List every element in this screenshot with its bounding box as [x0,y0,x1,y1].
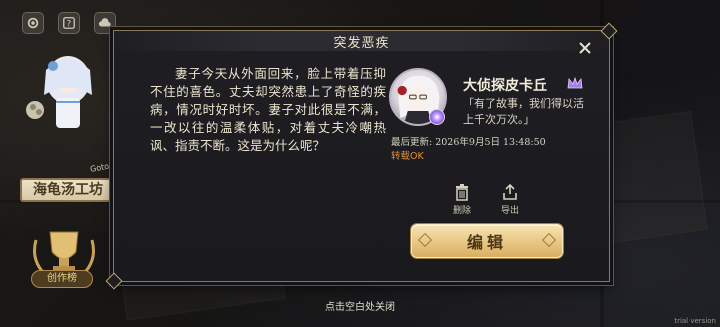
help-icon[interactable]: ? [58,12,80,34]
ornament-right [541,232,557,248]
author-name: 大侦探皮卡丘 [463,78,547,94]
character-illustration [26,56,92,128]
settings-icon[interactable] [22,12,44,34]
crown-icon [567,76,583,89]
author-quote: 「有了故事，我们得以活上千次万次。」 [463,97,584,126]
avatar-badge-icon [429,109,445,125]
edit-label: 编辑 [466,233,507,252]
delete-button[interactable]: 删除 [442,183,482,216]
dialog-title: 突发恶疾 [333,36,390,51]
ornament-left [417,232,433,248]
ranking-label[interactable]: 创作榜 [31,270,93,288]
export-icon [503,183,517,200]
close-icon [579,42,591,54]
workshop-name-plate[interactable]: 海龟汤工坊 [20,178,116,202]
last-updated: 最后更新: 2026年9月5日 13:48:50 [391,137,546,148]
delete-label: 删除 [452,206,471,216]
tap-to-close-hint: 点击空白处关闭 [325,302,395,313]
story-text: 妻子今天从外面回来，脸上带着压抑不住的喜色。丈夫却突然患上了奇怪的疾病，情况时好… [150,66,386,153]
repost-status: 转载OK [391,151,424,162]
top-toolbar: ? [22,12,116,34]
svg-text:?: ? [67,20,72,30]
export-button[interactable]: 导出 [490,183,530,216]
watermark: trial version [674,317,716,325]
edit-button[interactable]: 编辑 [411,224,563,258]
close-button[interactable] [577,40,593,56]
story-dialog: 突发恶疾 妻子今天从外面回来，脸上带着压抑不住的喜色。丈夫却突然患上了奇怪的疾病… [113,30,610,282]
trash-icon [456,184,468,201]
export-label: 导出 [500,206,519,216]
